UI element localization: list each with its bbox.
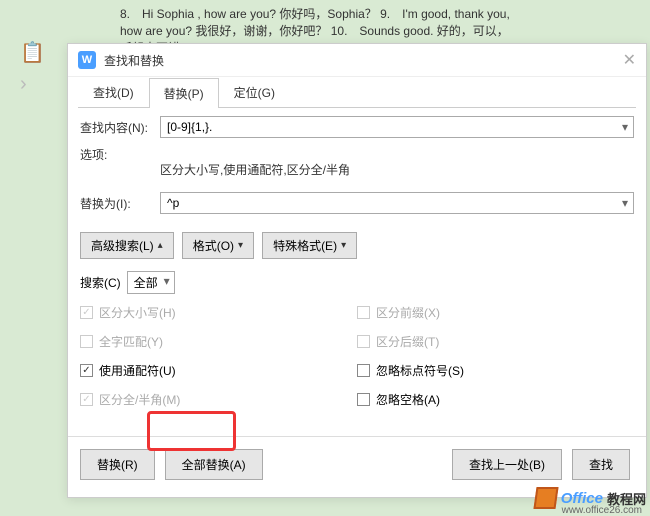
- replace-label: 替换为(I):: [80, 195, 160, 212]
- chevron-up-icon: ▴: [158, 240, 163, 251]
- doc-sidebar-icons: 📋 ›: [20, 40, 45, 96]
- check-whole-word: 全字匹配(Y): [80, 333, 357, 350]
- format-label: 格式(O): [193, 237, 234, 254]
- search-scope-value: 全部: [134, 276, 158, 290]
- chevron-down-icon: ▾: [238, 240, 243, 251]
- search-label: 搜索(C): [80, 274, 121, 291]
- check-match-case: ✓ 区分大小写(H): [80, 304, 357, 321]
- checkbox-icon: ✓: [80, 364, 93, 377]
- advanced-search-button[interactable]: 高级搜索(L) ▴: [80, 232, 174, 259]
- check-label: 区分前缀(X): [376, 304, 440, 321]
- arrow-icon[interactable]: ›: [20, 73, 45, 96]
- replace-button[interactable]: 替换(R): [80, 449, 155, 480]
- check-label: 区分后缀(T): [376, 333, 439, 350]
- tab-goto[interactable]: 定位(G): [219, 77, 290, 107]
- tab-find[interactable]: 查找(D): [78, 77, 149, 107]
- checkbox-icon: ✓: [80, 306, 93, 319]
- watermark: Office 教程网 www.office26.com: [535, 487, 646, 509]
- checkbox-icon: [357, 393, 370, 406]
- checkbox-icon: [80, 335, 93, 348]
- check-label: 忽略标点符号(S): [376, 362, 464, 379]
- dialog-footer: 替换(R) 全部替换(A) 查找上一处(B) 查找: [68, 449, 646, 490]
- find-label: 查找内容(N):: [80, 119, 160, 136]
- special-button[interactable]: 特殊格式(E) ▾: [262, 232, 357, 259]
- find-replace-dialog: W 查找和替换 ✕ 查找(D) 替换(P) 定位(G) 查找内容(N): ▾ 选…: [67, 43, 647, 498]
- check-label: 区分大小写(H): [99, 304, 176, 321]
- divider: [68, 436, 646, 437]
- check-label: 使用通配符(U): [99, 362, 176, 379]
- app-icon: W: [78, 51, 96, 69]
- dialog-titlebar: W 查找和替换 ✕: [68, 44, 646, 77]
- find-next-button[interactable]: 查找: [572, 449, 630, 480]
- find-input[interactable]: [160, 116, 634, 138]
- dialog-title: 查找和替换: [104, 52, 164, 69]
- check-ignore-punct[interactable]: 忽略标点符号(S): [357, 362, 634, 379]
- close-icon[interactable]: ✕: [623, 50, 636, 70]
- checkbox-icon: [357, 306, 370, 319]
- watermark-brand: Office: [561, 490, 603, 507]
- tabs: 查找(D) 替换(P) 定位(G): [78, 77, 636, 108]
- watermark-url: www.office26.com: [562, 505, 642, 516]
- checkbox-icon: ✓: [80, 393, 93, 406]
- special-label: 特殊格式(E): [273, 237, 337, 254]
- check-label: 全字匹配(Y): [99, 333, 163, 350]
- dialog-body: 查找内容(N): ▾ 选项: 区分大小写,使用通配符,区分全/半角 替换为(I)…: [68, 108, 646, 428]
- search-scope-select[interactable]: 全部 ▾: [127, 271, 175, 294]
- advanced-search-label: 高级搜索(L): [91, 237, 154, 254]
- format-button[interactable]: 格式(O) ▾: [182, 232, 254, 259]
- checkbox-icon: [357, 335, 370, 348]
- chevron-down-icon: ▾: [341, 240, 346, 251]
- options-label: 选项:: [80, 146, 160, 163]
- tab-replace[interactable]: 替换(P): [149, 78, 219, 108]
- chevron-down-icon: ▾: [164, 274, 170, 288]
- check-ignore-space[interactable]: 忽略空格(A): [357, 391, 634, 408]
- check-full-half: ✓ 区分全/半角(M): [80, 391, 357, 408]
- check-label: 区分全/半角(M): [99, 391, 180, 408]
- check-use-wildcards[interactable]: ✓ 使用通配符(U): [80, 362, 357, 379]
- options-text: 区分大小写,使用通配符,区分全/半角: [160, 161, 634, 178]
- checkbox-icon: [357, 364, 370, 377]
- check-label: 忽略空格(A): [376, 391, 440, 408]
- paste-icon[interactable]: 📋: [20, 40, 45, 65]
- replace-all-button[interactable]: 全部替换(A): [165, 449, 263, 480]
- check-match-prefix: 区分前缀(X): [357, 304, 634, 321]
- office-logo-icon: [533, 487, 558, 509]
- check-match-suffix: 区分后缀(T): [357, 333, 634, 350]
- replace-input[interactable]: [160, 192, 634, 214]
- find-prev-button[interactable]: 查找上一处(B): [452, 449, 562, 480]
